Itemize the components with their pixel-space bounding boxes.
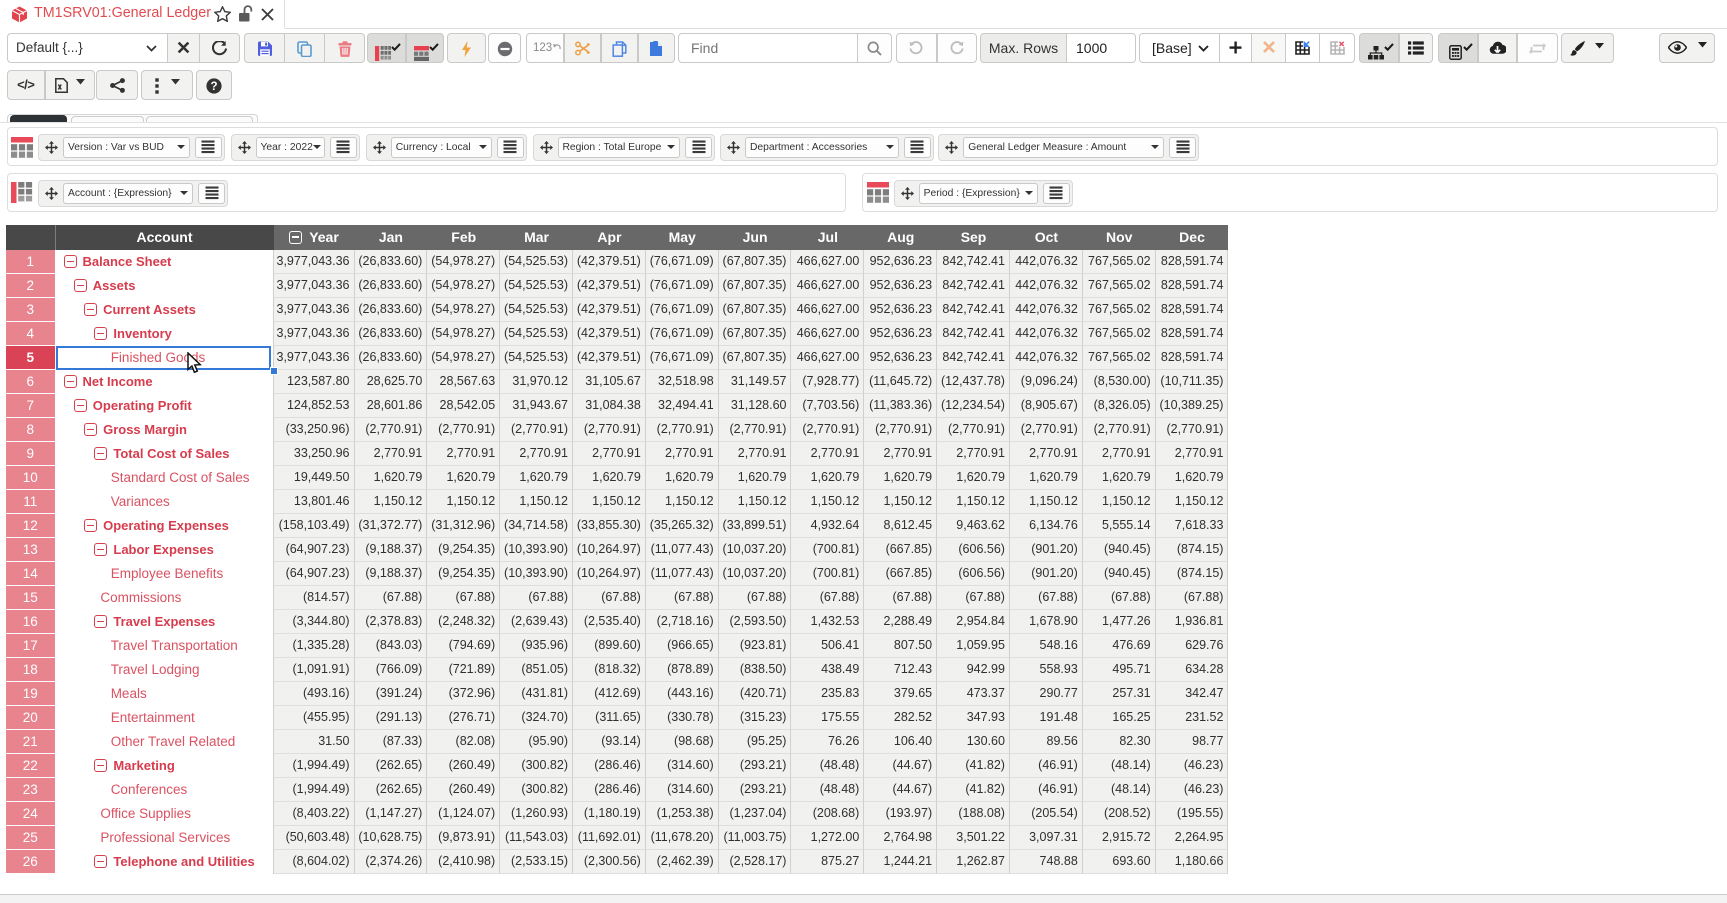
svg-text:?: ? — [210, 81, 217, 93]
